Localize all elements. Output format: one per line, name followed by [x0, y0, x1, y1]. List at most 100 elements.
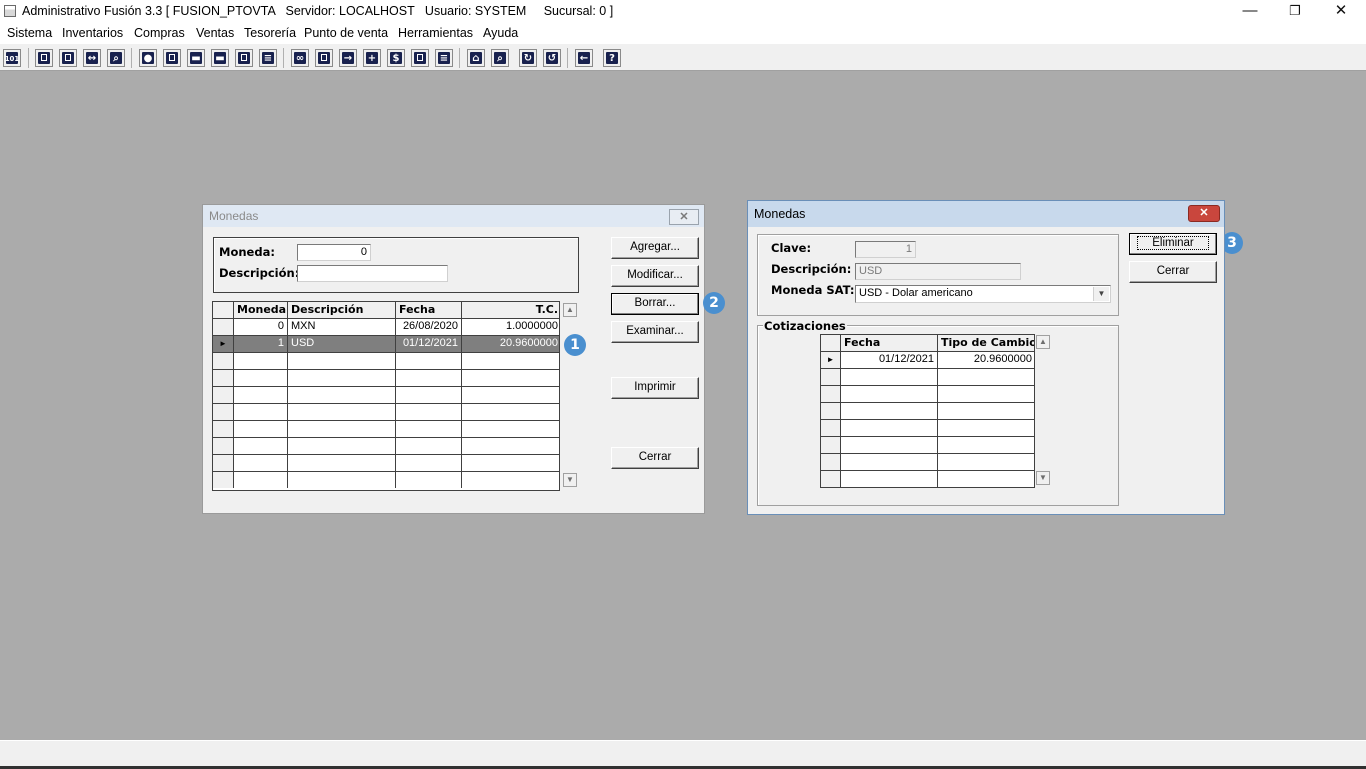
- table-row[interactable]: ► 01/12/2021 20.9600000: [821, 352, 1034, 369]
- scroll-up-arrow[interactable]: ▲: [1036, 335, 1050, 349]
- folder-icon[interactable]: [163, 49, 181, 67]
- clipboard-icon[interactable]: [59, 49, 77, 67]
- table-row-empty[interactable]: [213, 455, 559, 472]
- close-button[interactable]: ✕: [1318, 0, 1364, 24]
- scroll-up-arrow[interactable]: ▲: [563, 303, 577, 317]
- imprimir-button[interactable]: Imprimir: [611, 377, 699, 399]
- back-icon[interactable]: ←: [575, 49, 593, 67]
- table-row-selected[interactable]: ► 1 USD 01/12/2021 20.9600000: [213, 336, 559, 353]
- agregar-button[interactable]: Agregar...: [611, 237, 699, 259]
- menu-inventarios[interactable]: Inventarios: [62, 26, 123, 40]
- calculator-icon[interactable]: 101: [3, 49, 21, 67]
- col-fecha[interactable]: Fecha: [396, 302, 462, 318]
- examinar-button[interactable]: Examinar...: [611, 321, 699, 343]
- descripcion-label: Descripción:: [771, 262, 852, 276]
- close-icon[interactable]: ✕: [1188, 205, 1220, 222]
- clave-label: Clave:: [771, 241, 812, 255]
- help-icon[interactable]: ?: [603, 49, 621, 67]
- table-row-empty[interactable]: [821, 454, 1034, 471]
- status-bar: [0, 740, 1366, 769]
- toolbar-separator: [283, 48, 284, 68]
- menu-compras[interactable]: Compras: [134, 26, 185, 40]
- menu-ayuda[interactable]: Ayuda: [483, 26, 518, 40]
- row-indicator[interactable]: [213, 319, 234, 335]
- clave-input[interactable]: 1: [855, 241, 916, 258]
- modificar-button[interactable]: Modificar...: [611, 265, 699, 287]
- print-icon[interactable]: ▬: [187, 49, 205, 67]
- menu-punto-de-venta[interactable]: Punto de venta: [304, 26, 388, 40]
- menu-ventas[interactable]: Ventas: [196, 26, 234, 40]
- report-icon[interactable]: [411, 49, 429, 67]
- col-tc[interactable]: T.C.: [462, 302, 559, 318]
- currency-icon[interactable]: $: [387, 49, 405, 67]
- cell-moneda: 0: [234, 319, 288, 335]
- descripcion-input[interactable]: [297, 265, 448, 282]
- user-icon[interactable]: ●: [139, 49, 157, 67]
- table-row-empty[interactable]: [821, 471, 1034, 487]
- undo-icon[interactable]: ↺: [543, 49, 561, 67]
- cell-tc: 20.9600000: [462, 336, 559, 352]
- cerrar-button[interactable]: Cerrar: [1129, 261, 1217, 283]
- moneda-sat-select[interactable]: USD - Dolar americano ▼: [855, 285, 1111, 303]
- chevron-down-icon[interactable]: ▼: [1093, 287, 1109, 301]
- zoom-icon[interactable]: ⌕: [491, 49, 509, 67]
- binoculars-icon[interactable]: ∞: [291, 49, 309, 67]
- dialog-title: Monedas: [754, 207, 806, 221]
- copy-icon[interactable]: [35, 49, 53, 67]
- monedas-grid: Moneda Descripción Fecha T.C. 0 MXN 26/0…: [212, 301, 560, 491]
- cell-tipo-de-cambio[interactable]: 20.9600000: [938, 352, 1034, 368]
- list-icon[interactable]: ≡: [259, 49, 277, 67]
- selected-row-indicator: ►: [821, 352, 841, 368]
- cotizaciones-label: Cotizaciones: [763, 319, 847, 333]
- restore-button[interactable]: ❐: [1272, 0, 1318, 24]
- minimize-button[interactable]: —: [1227, 0, 1273, 24]
- table-row-empty[interactable]: [213, 404, 559, 421]
- moneda-input[interactable]: 0: [297, 244, 371, 261]
- table-row-empty[interactable]: [821, 437, 1034, 454]
- document-icon[interactable]: [235, 49, 253, 67]
- descripcion-input[interactable]: USD: [855, 263, 1021, 280]
- eliminar-button[interactable]: Eliminar: [1129, 233, 1217, 255]
- table-row-empty[interactable]: [821, 386, 1034, 403]
- table-row-empty[interactable]: [213, 421, 559, 438]
- table-row-empty[interactable]: [213, 387, 559, 404]
- col-descripcion[interactable]: Descripción: [288, 302, 396, 318]
- grid-scrollbar[interactable]: ▲ ▼: [1035, 334, 1052, 488]
- table-row-empty[interactable]: [821, 420, 1034, 437]
- close-icon[interactable]: ✕: [669, 209, 699, 225]
- export-icon[interactable]: →: [339, 49, 357, 67]
- table-row-empty[interactable]: [213, 438, 559, 455]
- table-icon[interactable]: ≡: [435, 49, 453, 67]
- refresh-icon[interactable]: ↻: [519, 49, 537, 67]
- table-row-empty[interactable]: [213, 353, 559, 370]
- menu-sistema[interactable]: Sistema: [7, 26, 52, 40]
- find-icon[interactable]: ⌕: [107, 49, 125, 67]
- moneda-sat-label: Moneda SAT:: [771, 283, 855, 297]
- cell-fecha[interactable]: 01/12/2021: [841, 352, 938, 368]
- print-preview-icon[interactable]: ▬: [211, 49, 229, 67]
- scroll-down-arrow[interactable]: ▼: [563, 473, 577, 487]
- eliminar-label: Eliminar: [1137, 236, 1209, 250]
- app-title: Administrativo Fusión 3.3 [ FUSION_PTOVT…: [22, 4, 614, 18]
- toolbar-separator: [28, 48, 29, 68]
- menu-herramientas[interactable]: Herramientas: [398, 26, 473, 40]
- menu-tesoreria[interactable]: Tesorería: [244, 26, 296, 40]
- window-icon[interactable]: [315, 49, 333, 67]
- table-row-empty[interactable]: [821, 403, 1034, 420]
- col-tipo-de-cambio[interactable]: Tipo de Cambio: [938, 335, 1034, 351]
- cotizaciones-grid: Fecha Tipo de Cambio ► 01/12/2021 20.960…: [820, 334, 1035, 488]
- table-row[interactable]: 0 MXN 26/08/2020 1.0000000: [213, 319, 559, 336]
- cerrar-button[interactable]: Cerrar: [611, 447, 699, 469]
- col-moneda[interactable]: Moneda: [234, 302, 288, 318]
- scroll-down-arrow[interactable]: ▼: [1036, 471, 1050, 485]
- col-fecha[interactable]: Fecha: [841, 335, 938, 351]
- table-row-empty[interactable]: [213, 472, 559, 489]
- add-icon[interactable]: +: [363, 49, 381, 67]
- transfer-icon[interactable]: ↔: [83, 49, 101, 67]
- cell-fecha: 01/12/2021: [396, 336, 462, 352]
- borrar-button[interactable]: Borrar...: [611, 293, 699, 315]
- table-row-empty[interactable]: [213, 370, 559, 387]
- grid-scrollbar[interactable]: ▲ ▼: [562, 302, 579, 492]
- table-row-empty[interactable]: [821, 369, 1034, 386]
- home-icon[interactable]: ⌂: [467, 49, 485, 67]
